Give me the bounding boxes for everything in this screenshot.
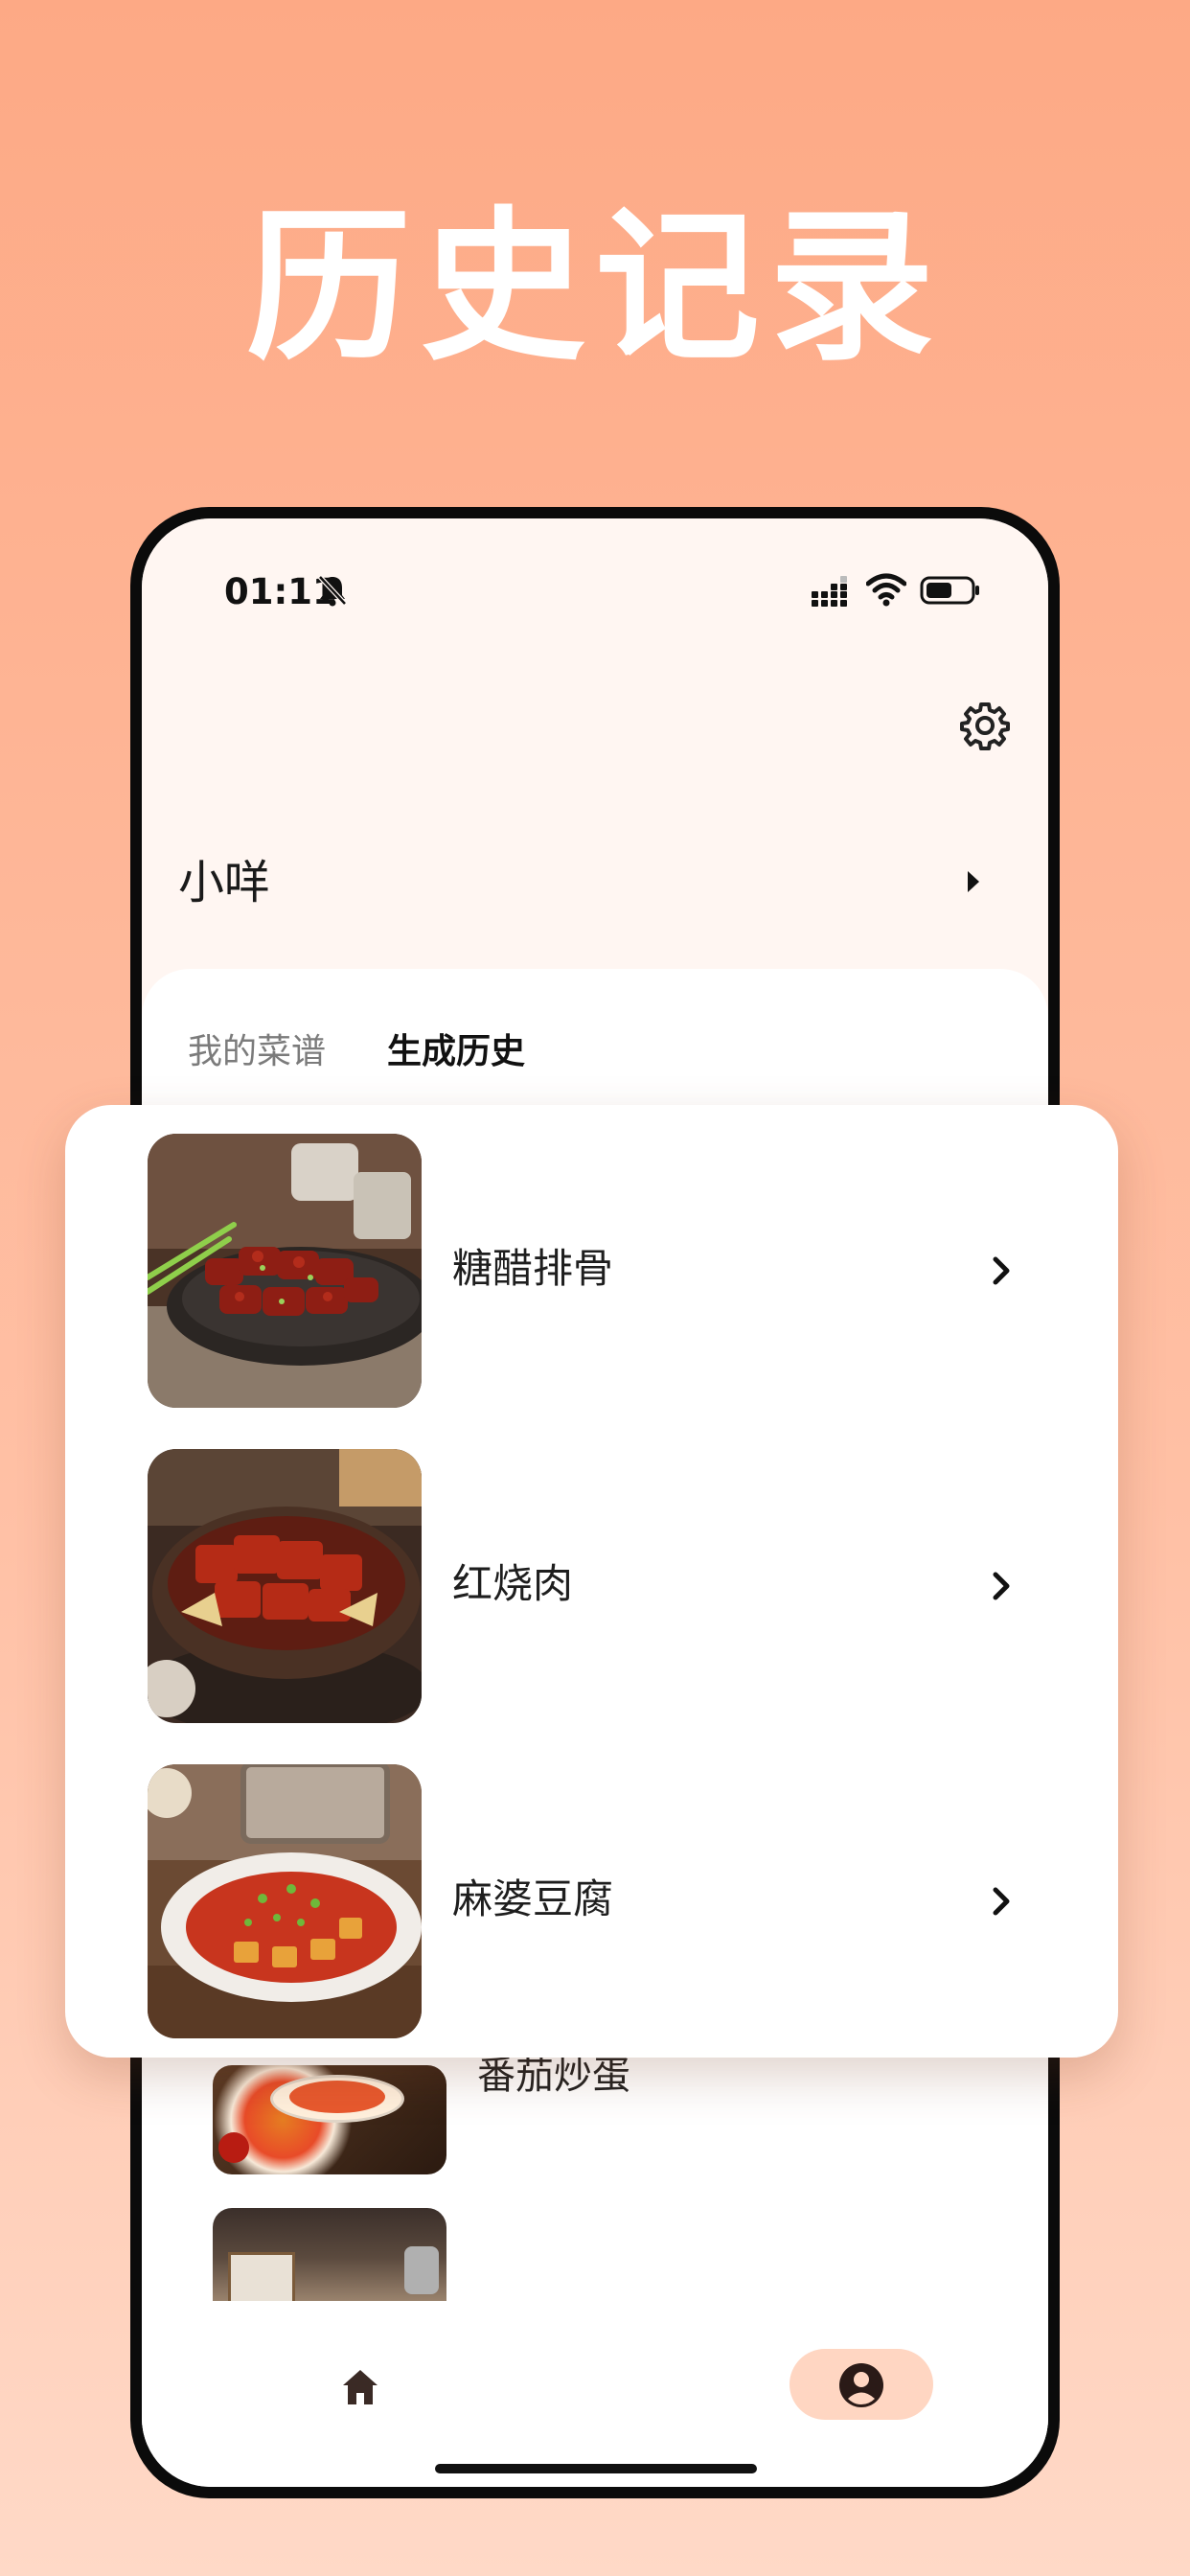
history-item-title: 麻婆豆腐 [452,1875,614,1922]
wifi-icon [866,572,906,607]
chevron-right-icon [990,1252,1015,1290]
bowl-food-shape [289,2081,385,2113]
history-card: 糖醋排骨 红烧肉 麻婆豆腐 [65,1105,1118,2058]
tomato-shape [218,2132,249,2163]
tab-my-recipes[interactable]: 我的菜谱 [188,1028,326,1076]
dish-thumbnail [148,1134,422,1408]
list-item-thumbnail[interactable] [213,2208,446,2308]
profile-row[interactable]: 小咩 [178,844,993,921]
pot-shape [404,2246,439,2294]
history-item[interactable]: 红烧肉 [65,1420,1118,1723]
dish-thumbnail [148,1764,422,2038]
dish-thumbnail [148,1449,422,1723]
nav-profile-tab[interactable] [790,2349,933,2420]
gear-icon[interactable] [960,701,1010,750]
battery-icon [920,574,981,607]
hero-title: 历史记录 [246,191,944,383]
history-item-title: 红烧肉 [452,1560,574,1607]
caret-right-icon [962,865,983,898]
tab-generation-history[interactable]: 生成历史 [387,1028,525,1076]
chevron-right-icon [990,1882,1015,1920]
stove-shape [228,2252,295,2308]
list-item-thumbnail[interactable] [213,2065,446,2174]
chevron-right-icon [990,1567,1015,1605]
person-circle-icon [837,2361,885,2409]
history-item[interactable]: 糖醋排骨 [65,1105,1118,1408]
profile-name: 小咩 [178,856,271,909]
history-item-title: 糖醋排骨 [452,1245,614,1292]
signal-icon [812,576,854,607]
history-item[interactable]: 麻婆豆腐 [65,1736,1118,2038]
home-indicator [435,2464,757,2473]
bell-off-icon [316,573,349,608]
home-icon[interactable] [339,2366,381,2408]
